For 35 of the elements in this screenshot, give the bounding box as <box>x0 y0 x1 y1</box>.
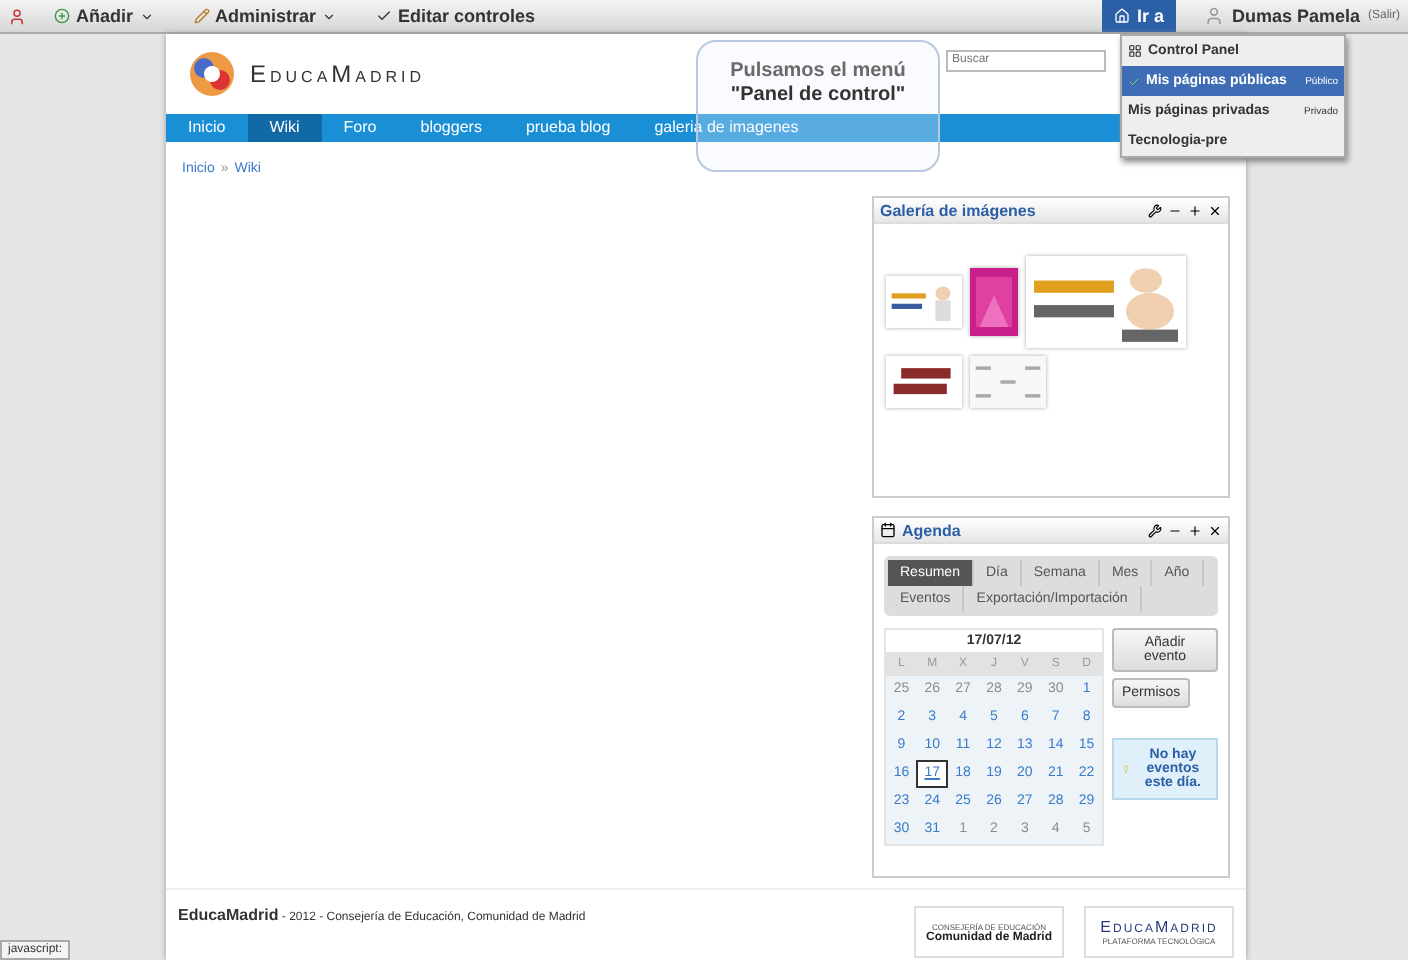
pencil-icon <box>193 8 210 24</box>
site-logo: EducaMadrid <box>250 60 426 88</box>
maximize-icon[interactable] <box>1188 203 1202 217</box>
home-icon <box>1114 8 1131 24</box>
callout-text: Pulsamos el menú <box>730 60 906 84</box>
close-icon[interactable] <box>1208 203 1222 217</box>
toolbar-item[interactable]: Añadir <box>34 6 174 26</box>
lightbulb-icon <box>1122 760 1130 778</box>
settings-icon[interactable] <box>1148 523 1162 537</box>
panel-icon <box>1128 44 1142 58</box>
settings-icon[interactable] <box>1148 203 1162 217</box>
avatar-icon <box>1203 6 1224 26</box>
calendar-icon <box>880 522 896 538</box>
caret-icon <box>139 9 154 23</box>
nav-tab[interactable]: bloggers <box>398 114 504 142</box>
caret-icon <box>322 9 337 23</box>
user-name: Dumas Pamela <box>1231 6 1360 26</box>
check-icon <box>1128 75 1140 87</box>
close-icon[interactable] <box>1208 523 1222 537</box>
logo-text: EducaMadrid <box>1100 918 1218 936</box>
callout-text: "Panel de control" <box>730 84 906 108</box>
panel-title: Galería de imágenes <box>880 201 1038 219</box>
person-icon <box>8 7 26 25</box>
nav-tab[interactable]: Wiki <box>247 114 322 142</box>
logo-icon <box>186 48 238 100</box>
maximize-icon[interactable] <box>1188 523 1202 537</box>
toolbar-item[interactable]: Administrar <box>173 6 357 26</box>
add-icon <box>54 8 70 24</box>
panel-title: Agenda <box>902 521 963 539</box>
nav-tab[interactable]: Inicio <box>166 114 248 142</box>
goto-menu-button[interactable]: Ir a <box>1102 0 1176 32</box>
nav-tab[interactable]: Foro <box>321 114 399 142</box>
check-icon <box>376 8 393 24</box>
toolbar-item[interactable]: Editar controles <box>356 6 556 26</box>
nav-tab[interactable]: prueba blog <box>503 114 633 142</box>
